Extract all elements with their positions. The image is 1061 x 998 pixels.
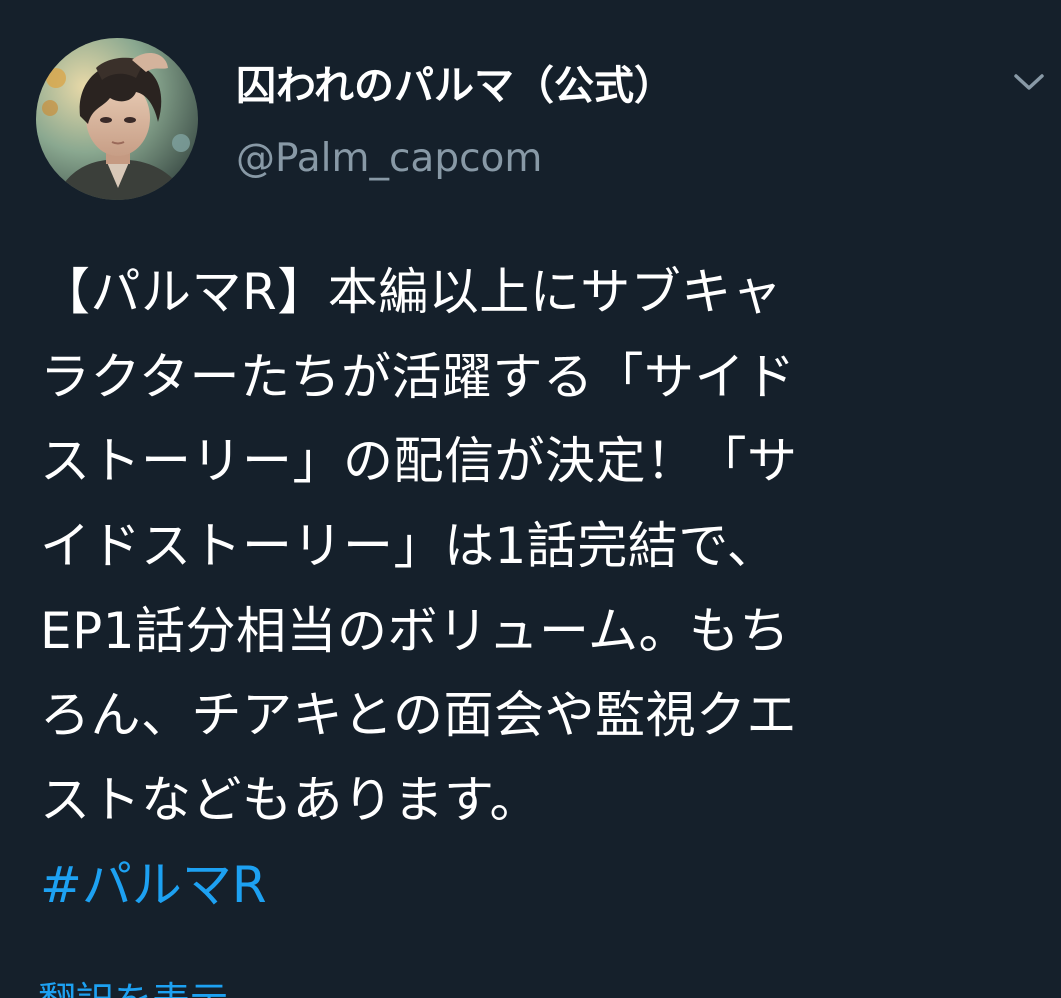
avatar[interactable] xyxy=(36,38,198,200)
tweet-card: 囚われのパルマ（公式） @Palm_capcom 【パルマR】本編以上にサブキャ… xyxy=(0,0,1061,998)
translate-link[interactable]: 翻訳を表示 xyxy=(38,978,228,998)
user-handle[interactable]: @Palm_capcom xyxy=(236,134,542,184)
tweet-text-line: ストなどもあります。 xyxy=(40,771,540,830)
chevron-down-icon[interactable] xyxy=(1008,64,1050,100)
tweet-text-line: イドストーリー」は1話完結で、 xyxy=(40,517,778,576)
hashtag-link[interactable]: #パルマR xyxy=(40,843,1030,928)
tweet-text: 【パルマR】本編以上にサブキャ ラクターたちが活躍する「サイド ストーリー」の配… xyxy=(40,250,1030,928)
tweet-text-line: ラクターたちが活躍する「サイド xyxy=(40,347,796,406)
display-name[interactable]: 囚われのパルマ（公式） xyxy=(236,60,674,112)
tweet-text-line: 【パルマR】本編以上にサブキャ xyxy=(40,263,783,321)
tweet-text-line: ストーリー」の配信が決定！「サ xyxy=(40,432,798,491)
avatar-image xyxy=(36,38,198,200)
tweet-text-line: ろん、チアキとの面会や監視クエ xyxy=(40,686,797,745)
tweet-text-line: EP1話分相当のボリューム。もち xyxy=(40,601,791,660)
